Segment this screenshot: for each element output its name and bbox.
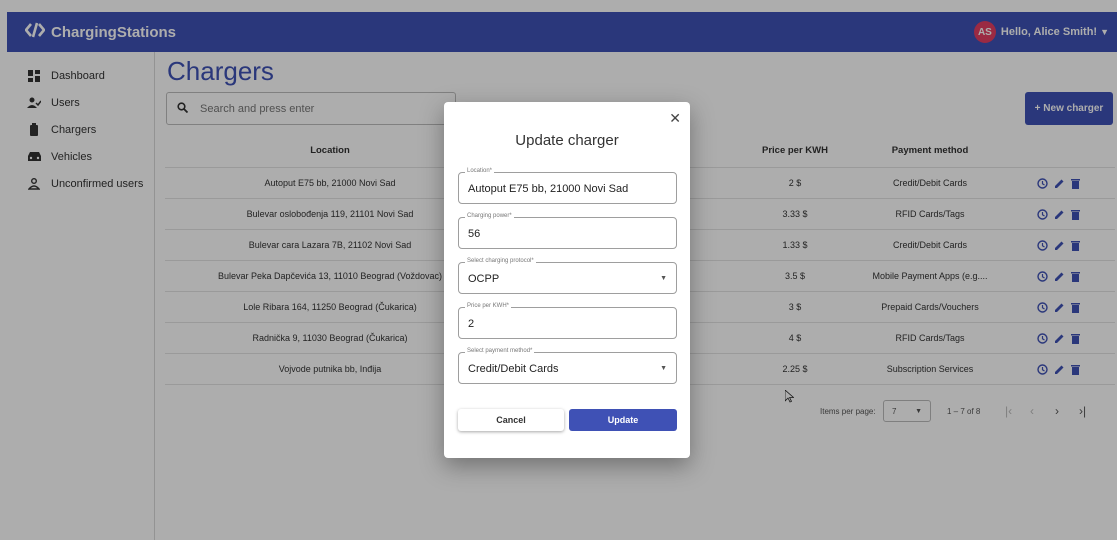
field-label: Select payment method* xyxy=(465,348,535,354)
field-label: Location* xyxy=(465,168,495,174)
field-value: OCPP xyxy=(468,273,500,285)
close-icon[interactable]: ✕ xyxy=(669,110,681,127)
dialog-title: Update charger xyxy=(515,132,619,149)
charging-power-field[interactable]: Charging power* 56 xyxy=(458,213,677,249)
field-label: Charging power* xyxy=(465,213,514,219)
field-value: 56 xyxy=(468,228,481,240)
field-value: Credit/Debit Cards xyxy=(468,363,559,375)
field-label: Price per KWH* xyxy=(465,303,512,309)
update-charger-dialog: ✕ Update charger Location* Autoput E75 b… xyxy=(444,102,690,458)
payment-method-select[interactable]: Select payment method* Credit/Debit Card… xyxy=(458,348,677,384)
field-value: 2 xyxy=(468,318,475,330)
dropdown-arrow-icon: ▼ xyxy=(660,275,667,282)
price-per-kwh-field[interactable]: Price per KWH* 2 xyxy=(458,303,677,339)
field-value: Autoput E75 bb, 21000 Novi Sad xyxy=(468,183,629,195)
location-field[interactable]: Location* Autoput E75 bb, 21000 Novi Sad xyxy=(458,168,677,204)
cancel-button[interactable]: Cancel xyxy=(458,409,564,431)
field-label: Select charging protocol* xyxy=(465,258,536,264)
dropdown-arrow-icon: ▼ xyxy=(660,365,667,372)
charging-protocol-select[interactable]: Select charging protocol* OCPP ▼ xyxy=(458,258,677,294)
update-button[interactable]: Update xyxy=(569,409,677,431)
